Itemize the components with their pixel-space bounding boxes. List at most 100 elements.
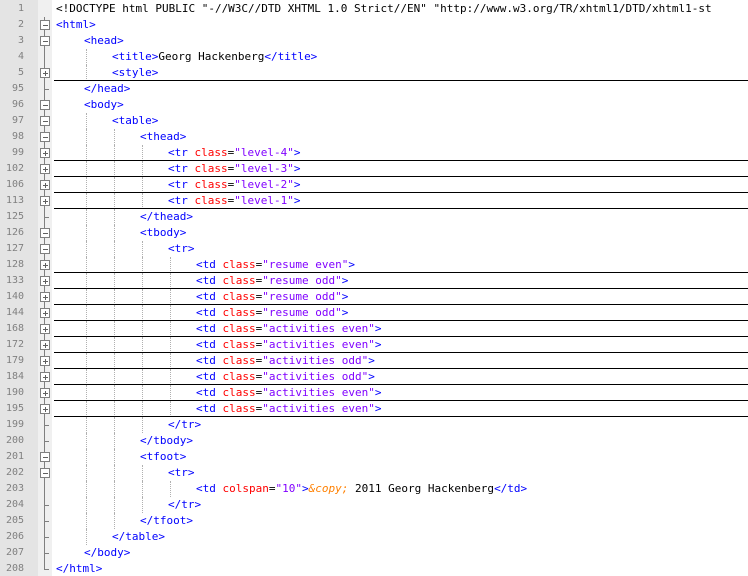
code-text: <td class="activities even"> xyxy=(196,337,381,353)
code-token: > xyxy=(368,370,375,383)
fold-expand-icon[interactable] xyxy=(38,177,52,193)
code-line[interactable]: 128 <td class="resume even"> xyxy=(0,257,748,273)
indent-guide xyxy=(86,497,87,513)
fold-expand-icon[interactable] xyxy=(38,337,52,353)
code-line[interactable]: 203 <td colspan="10">&copy; 2011 Georg Ha… xyxy=(0,481,748,497)
line-number: 206 xyxy=(5,531,24,542)
code-token: </thead> xyxy=(140,210,193,223)
fold-expand-icon[interactable] xyxy=(38,305,52,321)
code-token: <td xyxy=(196,274,223,287)
code-line[interactable]: 2 <html> xyxy=(0,17,748,33)
fold-expand-icon[interactable] xyxy=(38,273,52,289)
code-token: "activities odd" xyxy=(262,370,369,383)
code-line[interactable]: 204 </tr> xyxy=(0,497,748,513)
code-line[interactable]: 184 <td class="activities odd"> xyxy=(0,369,748,385)
code-line[interactable]: 207 </body> xyxy=(0,545,748,561)
fold-expand-icon[interactable] xyxy=(38,385,52,401)
code-line[interactable]: 202 <tr> xyxy=(0,465,748,481)
indent-guide xyxy=(170,257,171,273)
line-number: 99 xyxy=(11,147,24,158)
fold-expand-icon[interactable] xyxy=(38,369,52,385)
code-line[interactable]: 5 <style> xyxy=(0,65,748,81)
code-token: <tr> xyxy=(168,242,195,255)
code-line[interactable]: 168 <td class="activities even"> xyxy=(0,321,748,337)
code-text: <table> xyxy=(112,113,158,129)
code-line[interactable]: 99 <tr class="level-4"> xyxy=(0,145,748,161)
code-line[interactable]: 201 <tfoot> xyxy=(0,449,748,465)
code-text: <tr> xyxy=(168,465,195,481)
line-number: 113 xyxy=(5,195,24,206)
code-text: </body> xyxy=(84,545,130,561)
line-number: 168 xyxy=(5,323,24,334)
code-line[interactable]: 133 <td class="resume odd"> xyxy=(0,273,748,289)
code-line[interactable]: 4 <title>Georg Hackenberg</title> xyxy=(0,49,748,65)
line-number: 127 xyxy=(5,243,24,254)
fold-expand-icon[interactable] xyxy=(38,65,52,81)
code-line[interactable]: 140 <td class="resume odd"> xyxy=(0,289,748,305)
code-line[interactable]: 126 <tbody> xyxy=(0,225,748,241)
line-number: 102 xyxy=(5,163,24,174)
code-line[interactable]: 200 </tbody> xyxy=(0,433,748,449)
fold-collapse-icon[interactable] xyxy=(38,113,52,129)
code-text: <td class="resume odd"> xyxy=(196,273,348,289)
line-number: 97 xyxy=(11,115,24,126)
fold-collapse-icon[interactable] xyxy=(38,97,52,113)
code-line[interactable]: 96 <body> xyxy=(0,97,748,113)
code-line[interactable]: 3 <head> xyxy=(0,33,748,49)
fold-expand-icon[interactable] xyxy=(38,353,52,369)
fold-expand-icon[interactable] xyxy=(38,289,52,305)
code-line[interactable]: 106 <tr class="level-2"> xyxy=(0,177,748,193)
code-token: <td xyxy=(196,306,223,319)
code-line[interactable]: 113 <tr class="level-1"> xyxy=(0,193,748,209)
code-line[interactable]: 127 <tr> xyxy=(0,241,748,257)
indent-guide xyxy=(170,353,171,369)
code-text: <html> xyxy=(56,17,96,33)
code-line[interactable]: 206 </table> xyxy=(0,529,748,545)
indent-guide xyxy=(170,481,171,497)
code-line[interactable]: 1 <!DOCTYPE html PUBLIC "-//W3C//DTD XHTM… xyxy=(0,1,748,17)
code-token: </head> xyxy=(84,82,131,95)
code-text: </html> xyxy=(56,561,102,576)
fold-collapse-icon[interactable] xyxy=(38,465,52,481)
indent-guide xyxy=(86,513,87,529)
code-line[interactable]: 208 </html> xyxy=(0,561,748,576)
fold-expand-icon[interactable] xyxy=(38,401,52,417)
code-token: <td xyxy=(196,338,223,351)
fold-collapse-icon[interactable] xyxy=(38,449,52,465)
code-line[interactable]: 95 </head> xyxy=(0,81,748,97)
code-line[interactable]: 195 <td class="activities even"> xyxy=(0,401,748,417)
fold-expand-icon[interactable] xyxy=(38,257,52,273)
fold-expand-icon[interactable] xyxy=(38,161,52,177)
fold-expand-icon[interactable] xyxy=(38,321,52,337)
code-text: <td class="activities even"> xyxy=(196,321,381,337)
code-editor[interactable]: 1 <!DOCTYPE html PUBLIC "-//W3C//DTD XHTM… xyxy=(0,0,748,576)
fold-collapse-icon[interactable] xyxy=(38,17,52,33)
line-number: 201 xyxy=(5,451,24,462)
code-line[interactable]: 205 </tfoot> xyxy=(0,513,748,529)
code-line[interactable]: 125 </thead> xyxy=(0,209,748,225)
fold-collapse-icon[interactable] xyxy=(38,225,52,241)
fold-collapse-icon[interactable] xyxy=(38,33,52,49)
code-token: "resume odd" xyxy=(262,290,342,303)
indent-guide xyxy=(170,369,171,385)
fold-collapse-icon[interactable] xyxy=(38,129,52,145)
fold-expand-icon[interactable] xyxy=(38,145,52,161)
fold-collapse-icon[interactable] xyxy=(38,241,52,257)
code-line[interactable]: 179 <td class="activities odd"> xyxy=(0,353,748,369)
fold-guide xyxy=(38,49,52,65)
fold-expand-icon[interactable] xyxy=(38,193,52,209)
code-line[interactable]: 102 <tr class="level-3"> xyxy=(0,161,748,177)
fold-guide xyxy=(38,209,52,225)
code-text: <thead> xyxy=(140,129,186,145)
code-line[interactable]: 190 <td class="activities even"> xyxy=(0,385,748,401)
indent-guide xyxy=(114,337,115,353)
code-line[interactable]: 172 <td class="activities even"> xyxy=(0,337,748,353)
indent-guide xyxy=(170,305,171,321)
code-line[interactable]: 98 <thead> xyxy=(0,129,748,145)
indent-guide xyxy=(86,449,87,465)
code-line[interactable]: 199 </tr> xyxy=(0,417,748,433)
indent-guide xyxy=(86,321,87,337)
code-line[interactable]: 144 <td class="resume odd"> xyxy=(0,305,748,321)
code-line[interactable]: 97 <table> xyxy=(0,113,748,129)
code-text: <tr class="level-1"> xyxy=(168,193,300,209)
